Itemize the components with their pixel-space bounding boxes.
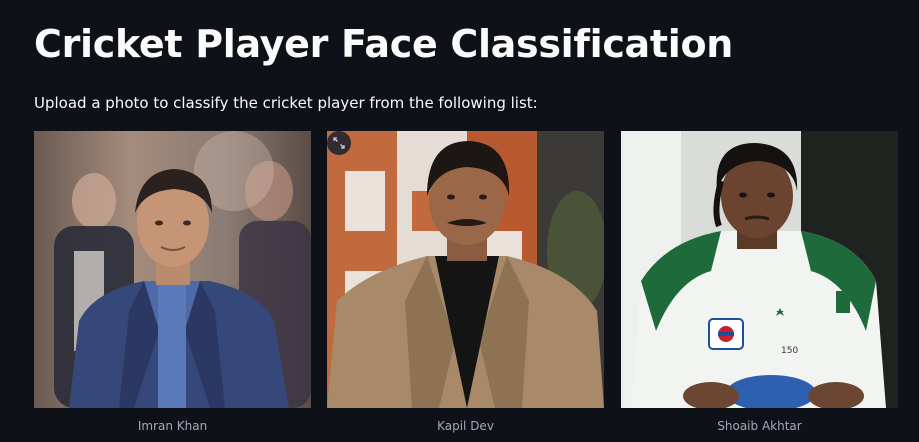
player-photo[interactable] bbox=[34, 131, 311, 408]
player-photo-illustration bbox=[327, 131, 604, 408]
page-title: Cricket Player Face Classification bbox=[34, 22, 734, 66]
player-card: Imran Khan bbox=[34, 131, 311, 433]
svg-text:150: 150 bbox=[781, 346, 798, 356]
player-name-caption: Shoaib Akhtar bbox=[717, 419, 802, 433]
player-card: Kapil Dev bbox=[327, 131, 604, 433]
player-photo-illustration: 150 bbox=[621, 131, 898, 408]
player-name-caption: Kapil Dev bbox=[437, 419, 494, 433]
fullscreen-button[interactable] bbox=[327, 131, 351, 155]
expand-icon bbox=[333, 137, 345, 149]
player-photo[interactable]: 150 bbox=[621, 131, 898, 408]
app-page: Cricket Player Face Classification Uploa… bbox=[0, 0, 919, 442]
player-card: 150 Shoaib Akhtar bbox=[621, 131, 898, 433]
page-subtitle: Upload a photo to classify the cricket p… bbox=[34, 94, 538, 112]
player-name-caption: Imran Khan bbox=[137, 419, 208, 433]
player-photo-illustration bbox=[34, 131, 311, 408]
player-photo[interactable] bbox=[327, 131, 604, 408]
player-gallery: Imran Khan Kapil Dev 150 Shoaib Akhtar bbox=[34, 131, 898, 442]
